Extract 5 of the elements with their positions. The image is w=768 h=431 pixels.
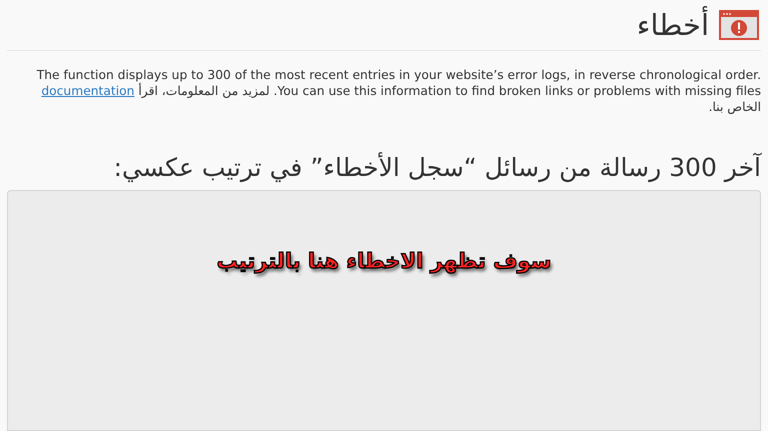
overlay-note: سوف تظهر الاخطاء هنا بالترتيب (216, 249, 552, 273)
log-heading: آخر 300 رسالة من رسائل “سجل الأخطاء” في ترتيب عكسي: (112, 153, 761, 182)
error-window-icon (719, 10, 759, 40)
page-title: أخطاء (636, 8, 709, 42)
documentation-link[interactable]: documentation (41, 84, 134, 98)
